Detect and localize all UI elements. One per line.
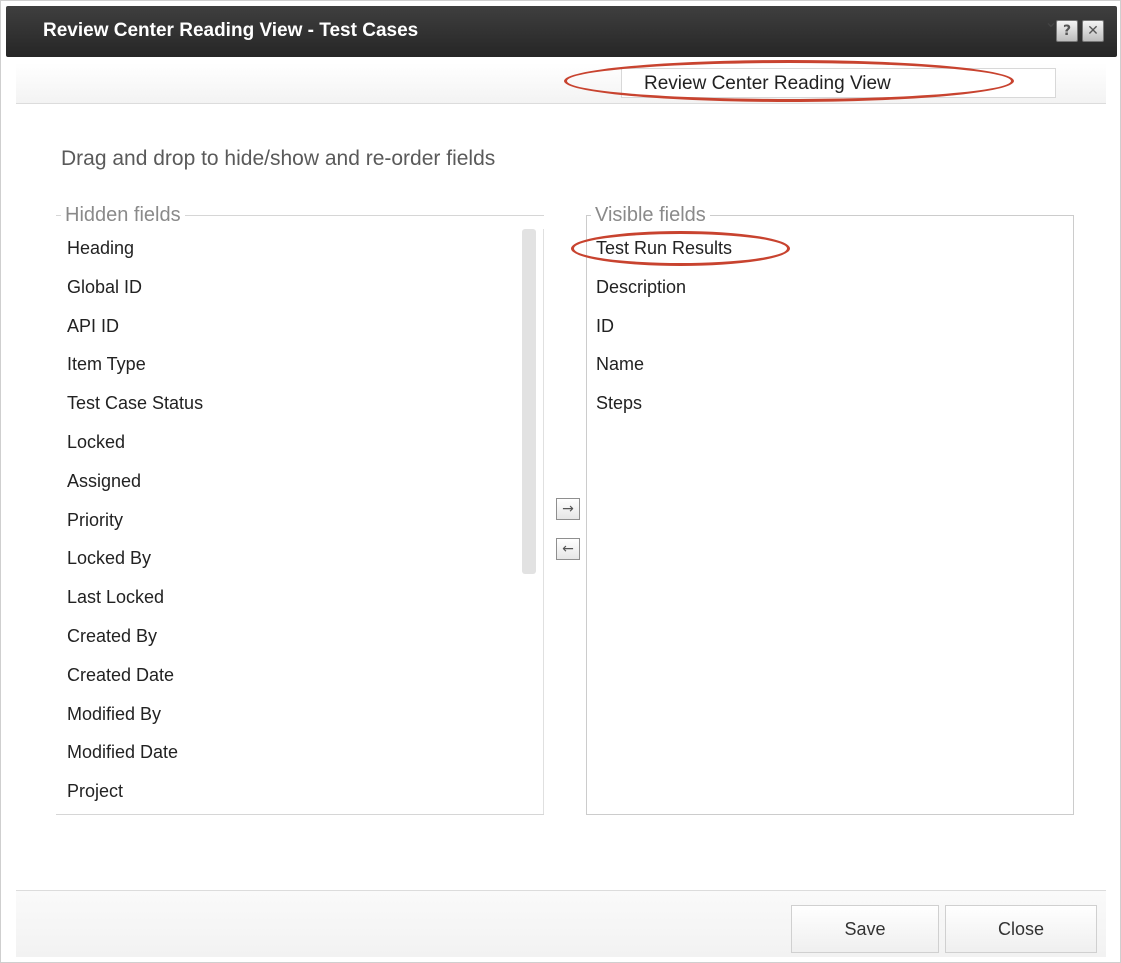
hidden-field-item[interactable]: API ID [67, 307, 203, 346]
hidden-field-item[interactable]: Global ID [67, 268, 203, 307]
visible-fields-title: Visible fields [591, 204, 710, 227]
hidden-field-item[interactable]: Last Locked [67, 578, 203, 617]
visible-field-item[interactable]: ID [596, 307, 732, 346]
hidden-field-item[interactable]: Modified Date [67, 733, 203, 772]
hidden-field-item[interactable]: Locked [67, 423, 203, 462]
visible-field-item[interactable]: Name [596, 345, 732, 384]
dialog-title: Review Center Reading View - Test Cases [43, 20, 419, 41]
visible-fields-list: Test Run Results Description ID Name Ste… [596, 229, 732, 423]
hidden-fields-title: Hidden fields [61, 204, 185, 227]
visible-field-item[interactable]: Steps [596, 384, 732, 423]
view-select-value: Review Center Reading View [644, 73, 891, 94]
hidden-field-item[interactable]: Modified By [67, 695, 203, 734]
hidden-field-item[interactable]: Locked By [67, 539, 203, 578]
field-configuration-dialog: Review Center Reading View - Test Cases … [0, 0, 1121, 963]
hidden-field-item[interactable]: Item Type [67, 345, 203, 384]
drag-drop-instruction: Drag and drop to hide/show and re-order … [61, 147, 496, 170]
hidden-field-item[interactable]: Created By [67, 617, 203, 656]
hidden-fields-scrollbar[interactable] [522, 229, 536, 574]
visible-field-item[interactable]: Test Run Results [596, 229, 732, 268]
dialog-footer [16, 890, 1106, 957]
hidden-field-item[interactable]: Project [67, 772, 203, 811]
hidden-field-item[interactable]: Heading [67, 229, 203, 268]
close-icon[interactable]: ✕ [1082, 20, 1104, 42]
close-button[interactable]: Close [945, 905, 1097, 953]
view-select[interactable]: Review Center Reading View [621, 68, 1056, 98]
view-toolbar: Review Center Reading View [16, 63, 1106, 104]
hidden-fields-list: Heading Global ID API ID Item Type Test … [67, 229, 203, 811]
save-button[interactable]: Save [791, 905, 939, 953]
hidden-field-item[interactable]: Created Date [67, 656, 203, 695]
move-to-visible-button[interactable]: → [556, 498, 580, 520]
move-to-hidden-button[interactable]: ← [556, 538, 580, 560]
chevron-down-icon[interactable]: ⌄ [1036, 8, 1066, 34]
dialog-titlebar[interactable]: Review Center Reading View - Test Cases … [6, 6, 1117, 57]
hidden-panel-divider [543, 229, 544, 814]
hidden-field-item[interactable]: Priority [67, 501, 203, 540]
hidden-field-item[interactable]: Assigned [67, 462, 203, 501]
hidden-field-item[interactable]: Test Case Status [67, 384, 203, 423]
visible-field-item[interactable]: Description [596, 268, 732, 307]
